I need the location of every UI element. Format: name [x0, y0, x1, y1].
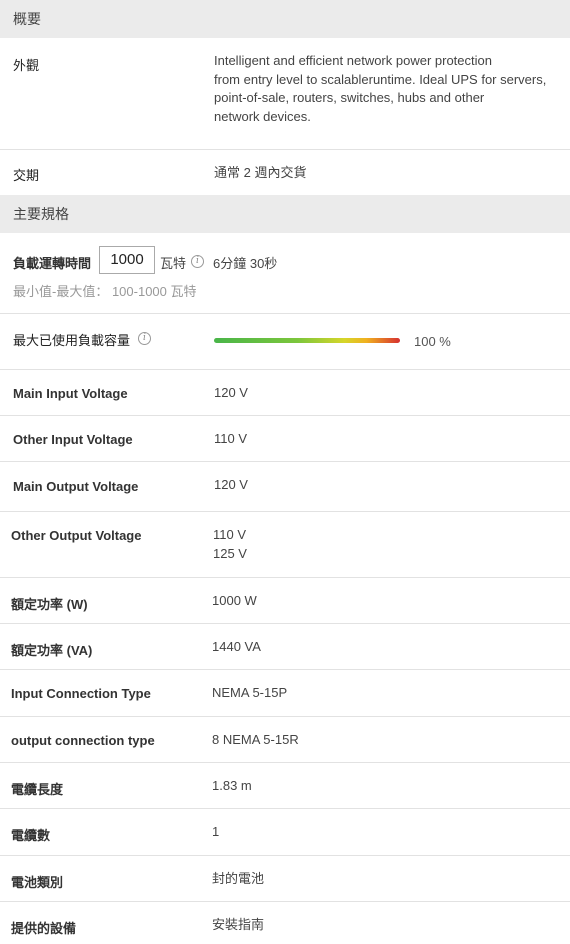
spec-row: 電池類別 封的電池: [0, 856, 570, 902]
spec-row: Other Input Voltage 110 V: [0, 416, 570, 462]
runtime-range-hint: 最小值-最大值： 100-1000 瓦特: [13, 284, 197, 299]
spec-label: Main Input Voltage: [13, 386, 128, 401]
specs-section-header: 主要規格: [0, 195, 570, 233]
spec-row: 額定功率 (W) 1000 W: [0, 578, 570, 624]
runtime-unit-label: 瓦特: [160, 256, 187, 271]
spec-label: 電纜數: [11, 828, 51, 843]
appearance-line: Intelligent and efficient network power …: [214, 53, 492, 68]
spec-row: Main Output Voltage 120 V: [0, 462, 570, 512]
spec-label: Input Connection Type: [11, 686, 151, 701]
delivery-row: 交期 通常 2 週內交貨: [0, 150, 570, 195]
spec-value: 125 V: [213, 546, 247, 561]
spec-row: output connection type 8 NEMA 5-15R: [0, 717, 570, 763]
spec-value: 110 V: [214, 431, 248, 446]
runtime-watts-input[interactable]: 1000: [99, 246, 155, 274]
info-icon[interactable]: i: [138, 332, 151, 345]
spec-label: Other Input Voltage: [13, 432, 133, 447]
spec-row: Input Connection Type NEMA 5-15P: [0, 670, 570, 717]
spec-row: Other Output Voltage 110 V 125 V: [0, 512, 570, 578]
spec-row: Main Input Voltage 120 V: [0, 370, 570, 416]
spec-value: 1.83 m: [212, 778, 252, 793]
spec-label: 額定功率 (VA): [11, 643, 93, 658]
delivery-label: 交期: [13, 168, 40, 183]
spec-label: Main Output Voltage: [13, 479, 139, 494]
spec-row: 電纜數 1: [0, 809, 570, 856]
spec-value: 封的電池: [212, 871, 265, 886]
spec-value: 120 V: [214, 477, 248, 492]
spec-row: 額定功率 (VA) 1440 VA: [0, 624, 570, 670]
spec-value: 8 NEMA 5-15R: [212, 732, 299, 747]
overview-section-header: 概要: [0, 0, 570, 38]
spec-label: 額定功率 (W): [11, 597, 88, 612]
spec-label: output connection type: [11, 733, 155, 748]
spec-row: 提供的設備 安裝指南: [0, 902, 570, 944]
max-load-label: 最大已使用負載容量: [13, 333, 131, 348]
max-load-percent: 100 %: [414, 334, 451, 349]
spec-value: 1: [212, 824, 220, 839]
appearance-row: 外觀 Intelligent and efficient network pow…: [0, 38, 570, 150]
appearance-description: Intelligent and efficient network power …: [214, 52, 570, 126]
spec-label: 提供的設備: [11, 921, 77, 936]
max-load-bar: [214, 338, 400, 343]
spec-value: 120 V: [214, 385, 248, 400]
spec-label: 電池類別: [11, 875, 64, 890]
runtime-label: 負載運轉時間: [13, 256, 92, 271]
spec-value: NEMA 5-15P: [212, 685, 288, 700]
appearance-line: from entry level to scalableruntime. Ide…: [214, 71, 547, 87]
spec-row: 電纜長度 1.83 m: [0, 763, 570, 809]
runtime-row: 負載運轉時間 1000 瓦特 i 6分鐘 30秒 最小值-最大值： 100-10…: [0, 233, 570, 314]
appearance-label: 外觀: [13, 58, 40, 73]
spec-value: 110 V: [213, 527, 247, 542]
appearance-line: point-of-sale, routers, switches, hubs a…: [214, 90, 485, 105]
info-icon[interactable]: i: [191, 255, 204, 268]
spec-value: 1000 W: [212, 593, 257, 608]
runtime-result: 6分鐘 30秒: [213, 256, 278, 271]
spec-value: 1440 VA: [212, 639, 261, 654]
spec-label: Other Output Voltage: [11, 528, 142, 543]
delivery-value: 通常 2 週內交貨: [214, 165, 307, 180]
spec-label: 電纜長度: [11, 782, 64, 797]
appearance-line: network devices.: [214, 108, 311, 124]
spec-value: 安裝指南: [212, 917, 265, 932]
